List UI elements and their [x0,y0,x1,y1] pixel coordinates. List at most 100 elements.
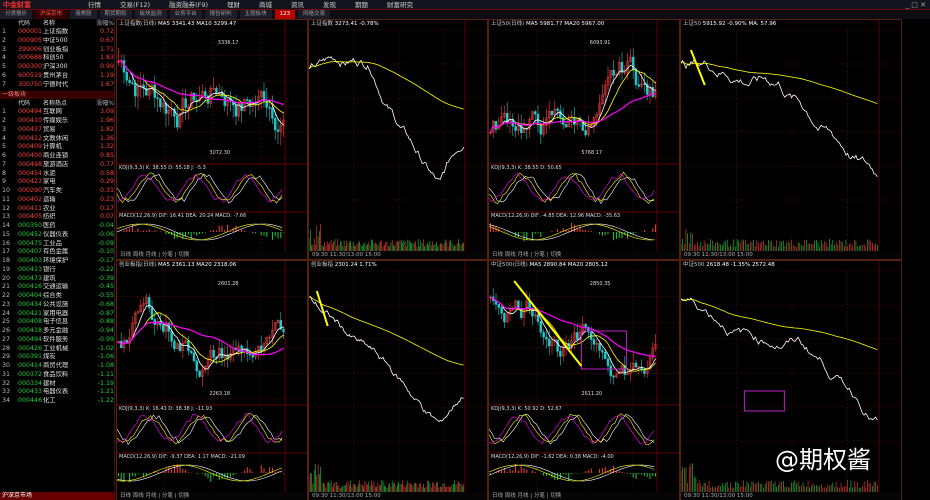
list-item[interactable]: 26 000418 多元金融 -0.94 [0,327,114,336]
panel-footer[interactable]: 09:30 11:30/13:00 15:00 [309,492,487,500]
list-item[interactable]: 32 000334 建材 -1.19 [0,380,114,389]
list-item[interactable]: 6 600519 贵州茅台 1.19 [0,72,114,81]
list-item[interactable]: 25 000408 电子信息 -0.88 [0,318,114,327]
menu-item[interactable]: 融资融券(F9) [169,0,208,10]
candle [539,124,543,135]
panel-footer[interactable]: 日线 周线 月线 | 分笔 | 切换 [117,492,307,500]
column-header[interactable]: 代码 [18,19,43,28]
intraday-panel[interactable]: 上证指数 3273.41 -0.78% 09:30 11:30/13:00 15:… [308,19,488,260]
column-header[interactable]: 涨幅% [86,99,114,108]
list-item[interactable]: 1 000001 上证指数 0.72 [0,28,114,37]
candle [603,352,607,359]
intraday-panel[interactable]: 创业板指 2301.24 1.71% 09:30 11:30/13:00 15:0… [308,260,488,500]
panel-footer[interactable]: 09:30 11:30/13:00 15:00 [681,251,901,259]
list-item[interactable]: 11 000402 运输 0.23 [0,196,114,205]
list-item[interactable]: 19 000413 银行 -0.22 [0,266,114,275]
list-item[interactable]: 4 000688 科创50 1.83 [0,54,114,63]
list-item[interactable]: 4 000412 文教休闲 1.36 [0,135,114,144]
list-item[interactable]: 12 000411 农业 0.17 [0,205,114,214]
tab[interactable]: 业务平台 [169,10,202,19]
list-item[interactable]: 31 000372 食品饮料 -1.11 [0,371,114,380]
list-item[interactable]: 2 000905 中证500 0.67 [0,37,114,46]
sector-section-label[interactable]: 一级板块 [0,91,114,100]
row-change: -0.39 [97,274,114,282]
tab[interactable]: 123 [274,10,296,19]
list-item[interactable]: 27 000494 软件服务 -0.99 [0,336,114,345]
list-item[interactable]: 18 000403 环境保护 -0.17 [0,257,114,266]
list-item[interactable]: 22 000404 综合类 -0.55 [0,292,114,301]
panel-footer[interactable]: 日线 周线 月线 | 分笔 | 切换 [117,251,307,259]
menu-item[interactable]: 理财 [227,0,240,10]
list-item[interactable]: 34 000446 化工 -1.22 [0,397,114,406]
sidebar-footer[interactable]: 沪深京市场 [0,492,115,500]
list-item[interactable]: 30 000414 商贸代理 -1.08 [0,362,114,371]
tab[interactable]: 网格交易 [298,10,331,19]
candle [547,338,551,347]
menu-item[interactable]: 期题 [355,0,368,10]
tab[interactable]: 港美股 [70,10,97,19]
list-item[interactable]: 7 000498 旅游酒店 0.77 [0,161,114,170]
tab[interactable]: 分类报价 [0,10,33,19]
list-item[interactable]: 21 000416 交通运输 -0.45 [0,283,114,292]
menu-item[interactable]: 财富研究 [387,0,413,10]
menu-item[interactable]: 交易(F12) [120,0,150,10]
tab[interactable]: 期货期权 [99,10,132,19]
candle [192,92,196,101]
menu-item[interactable]: 行情 [88,0,101,10]
list-item[interactable]: 15 000452 仪器仪表 -0.06 [0,231,114,240]
row-change: -1.19 [97,379,114,387]
list-item[interactable]: 9 000423 家电 0.29 [0,178,114,187]
list-item[interactable]: 6 000400 商业连锁 0.85 [0,152,114,161]
list-item[interactable]: 28 000426 工业机械 -1.02 [0,345,114,354]
list-item[interactable]: 1 000494 互联网 3.09 [0,108,114,117]
list-item[interactable]: 13 000405 纺织 0.07 [0,213,114,222]
list-item[interactable]: 2 000410 传媒娱乐 1.96 [0,117,114,126]
list-item[interactable]: 24 000421 家用电器 -0.87 [0,310,114,319]
list-item[interactable]: 17 000407 有色金属 -0.10 [0,248,114,257]
panel-footer[interactable]: 日线 周线 月线 | 分笔 | 切换 [489,251,679,259]
column-header[interactable]: 名称热点 [43,99,86,108]
main-menu: 行情 交易(F12) 融资融券(F9) 理财 商城 资讯 发现 期题 财富研究 [88,0,413,10]
ma-values: MA5 2361.13 MA20 2318.06 [158,262,237,268]
menu-item[interactable]: 发现 [323,0,336,10]
row-number: 9 [2,178,7,186]
list-item[interactable]: 3 399006 创业板指 1.71 [0,46,114,55]
daily-kline-panel[interactable]: 上证指数(日线) MA5 3341.43 MA10 3299.47 3336.17… [116,19,308,260]
list-item[interactable]: 16 000475 工业品 -0.09 [0,240,114,249]
panel-footer[interactable]: 09:30 11:30/13:00 15:00 [309,251,487,259]
candle [539,321,543,333]
list-item[interactable]: 3 000437 贸易 1.82 [0,126,114,135]
tab[interactable]: 沪深京市 [35,10,68,19]
list-item[interactable]: 29 000391 煤炭 -1.06 [0,353,114,362]
panel-footer[interactable]: 日线 周线 月线 | 分笔 | 切换 [489,492,679,500]
column-header[interactable]: 涨幅% [86,19,114,28]
daily-kline-panel[interactable]: 创业板指(日线) MA5 2361.13 MA20 2318.06 2601.28… [116,260,308,500]
column-header[interactable]: 名称 [43,19,86,28]
window-controls[interactable]: _ □ ✕ [906,0,926,10]
list-item[interactable]: 23 000434 公共设施 -0.68 [0,301,114,310]
column-header[interactable]: 代码 [18,99,43,108]
tab[interactable]: 板块监测 [134,10,167,19]
intraday-panel[interactable]: 上证50 5915.92 -0.90% MA: 57.96 09:30 11:30… [680,19,902,260]
list-item[interactable]: 8 000454 水泥 0.58 [0,170,114,179]
index-list: 1 000001 上证指数 0.72 2 000905 中证500 0.67 3 399006 创业… [0,28,114,89]
list-item[interactable]: 14 000350 医药 -0.04 [0,222,114,231]
list-item[interactable]: 10 000290 汽车类 0.31 [0,187,114,196]
panel-footer[interactable]: 09:30 11:30/13:00 15:00 [681,492,901,500]
row-change: 3.09 [99,108,114,116]
candle [161,324,165,332]
daily-kline-panel[interactable]: 上证50(日线) MA5 5981.77 MA20 5967.00 6093.91… [488,19,680,260]
list-item[interactable]: 33 000433 电器仪表 -1.21 [0,388,114,397]
row-change: -0.99 [97,335,114,343]
list-item[interactable]: 7 300750 宁德时代 1.67 [0,81,114,90]
tab[interactable]: 报告研判 [204,10,237,19]
ma5-line [118,304,284,370]
daily-kline-panel[interactable]: 中证500(日线) MA5 2890.84 MA20 2805.12 2850.3… [488,260,680,500]
list-item[interactable]: 20 000473 建筑 -0.39 [0,275,114,284]
list-item[interactable]: 5 000409 计算机 1.32 [0,143,114,152]
tab[interactable]: 主题板块 [239,10,272,19]
menu-item[interactable]: 资讯 [291,0,304,10]
list-item[interactable]: 5 000300 沪深300 0.99 [0,63,114,72]
ma-values: 3273.41 -0.78% [334,21,379,27]
menu-item[interactable]: 商城 [259,0,272,10]
